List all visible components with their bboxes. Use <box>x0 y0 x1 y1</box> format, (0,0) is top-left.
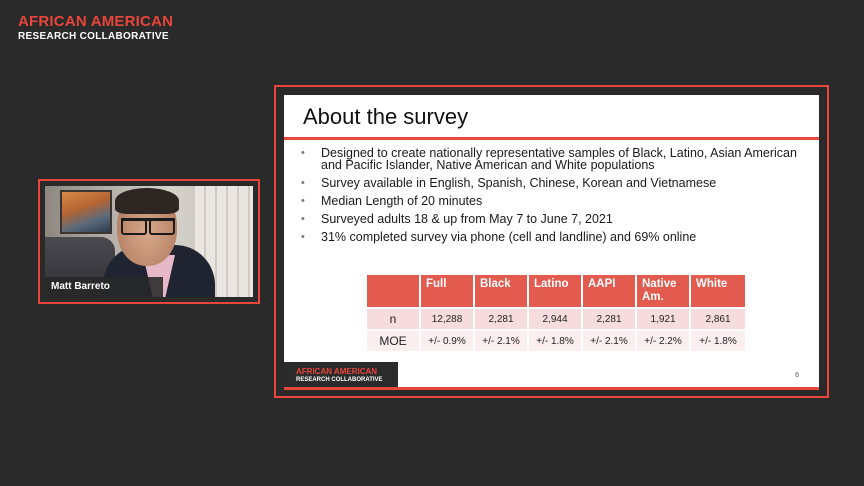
bullet-item: • Survey available in English, Spanish, C… <box>300 177 810 190</box>
table-cell: 2,281 <box>475 307 529 329</box>
bullet-item: • Surveyed adults 18 & up from May 7 to J… <box>300 213 810 226</box>
table-cell: 2,281 <box>583 307 637 329</box>
table-cell: 1,921 <box>637 307 691 329</box>
bullet-text: Survey available in English, Spanish, Ch… <box>321 176 717 190</box>
slide-title: About the survey <box>303 104 469 129</box>
bullet-text: Surveyed adults 18 & up from May 7 to Ju… <box>321 212 613 226</box>
bullet-text: 31% completed survey via phone (cell and… <box>321 230 697 244</box>
brand-line-2: RESEARCH COLLABORATIVE <box>18 31 169 42</box>
person-glasses <box>121 218 175 235</box>
title-divider <box>284 137 819 140</box>
bullet-item: • Designed to create nationally represent… <box>300 145 810 172</box>
presentation-slide: About the survey • Designed to create nat… <box>284 95 819 390</box>
table-header-cell: Black <box>475 275 529 307</box>
footer-brand-line-2: RESEARCH COLLABORATIVE <box>296 377 383 383</box>
table-cell: 2,944 <box>529 307 583 329</box>
participant-video-tile[interactable]: Matt Barreto <box>38 179 260 304</box>
survey-sample-table: Full Black Latino AAPI Native Am. White … <box>367 275 745 351</box>
table-row-label: MOE <box>367 329 421 351</box>
table-row: n 12,288 2,281 2,944 2,281 1,921 2,861 <box>367 307 745 329</box>
table-cell: +/- 2.1% <box>475 329 529 351</box>
footer-brand-line-1: AFRICAN AMERICAN <box>296 367 378 376</box>
bullet-item: • 31% completed survey via phone (cell an… <box>300 231 810 244</box>
table-cell: 2,861 <box>691 307 745 329</box>
bullet-text: Median Length of 20 minutes <box>321 194 483 208</box>
table-row: MOE +/- 0.9% +/- 2.1% +/- 1.8% +/- 2.1% … <box>367 329 745 351</box>
participant-name-tag: Matt Barreto <box>45 277 163 297</box>
slide-page-number: 6 <box>795 372 799 379</box>
footer-divider <box>398 387 819 390</box>
table-cell: +/- 1.8% <box>529 329 583 351</box>
brand-line-1: AFRICAN AMERICAN <box>18 13 174 30</box>
table-header-cell: Full <box>421 275 475 307</box>
table-header-row: Full Black Latino AAPI Native Am. White <box>367 275 745 307</box>
bullet-dot: • <box>301 177 305 189</box>
bullet-text: Designed to create nationally representa… <box>321 145 797 172</box>
brand-logo: AFRICAN AMERICAN RESEARCH COLLABORATIVE <box>18 14 173 42</box>
shared-screen-frame: About the survey • Designed to create nat… <box>274 85 829 398</box>
table-header-cell: Native Am. <box>637 275 691 307</box>
table-header-cell <box>367 275 421 307</box>
table-header-cell: AAPI <box>583 275 637 307</box>
table-row-label: n <box>367 307 421 329</box>
bullet-list: • Designed to create nationally represent… <box>300 141 810 244</box>
table-header-cell: Latino <box>529 275 583 307</box>
wall-painting <box>60 190 112 234</box>
bullet-item: • Median Length of 20 minutes <box>300 195 810 208</box>
table-cell: 12,288 <box>421 307 475 329</box>
person-hair <box>115 188 179 214</box>
bullet-dot: • <box>301 213 305 225</box>
slide-footer-logo: AFRICAN AMERICAN RESEARCH COLLABORATIVE <box>284 362 398 390</box>
bullet-dot: • <box>301 231 305 243</box>
table-header-cell: White <box>691 275 745 307</box>
bullet-dot: • <box>301 195 305 207</box>
table-cell: +/- 0.9% <box>421 329 475 351</box>
bullet-dot: • <box>301 146 305 159</box>
table-cell: +/- 2.2% <box>637 329 691 351</box>
table-cell: +/- 1.8% <box>691 329 745 351</box>
table-cell: +/- 2.1% <box>583 329 637 351</box>
